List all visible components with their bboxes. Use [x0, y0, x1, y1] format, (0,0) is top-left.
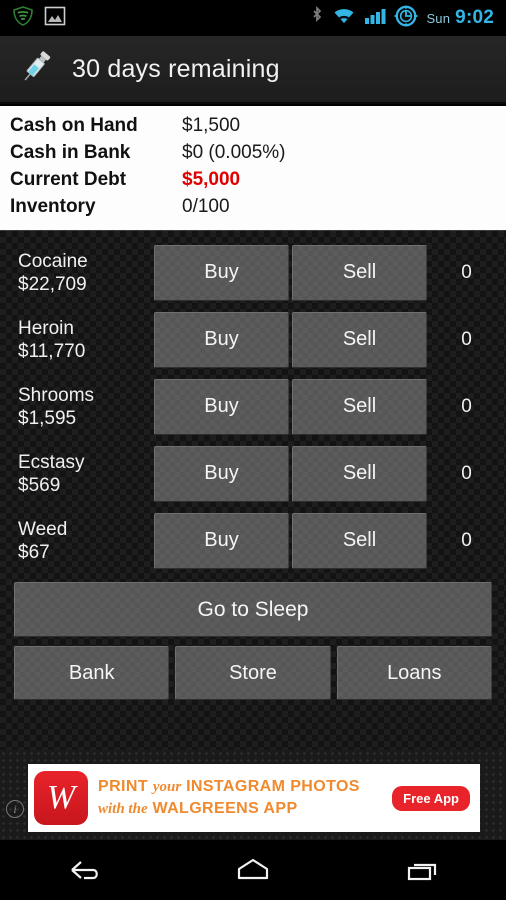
drug-info: Weed $67	[18, 518, 154, 564]
free-app-badge[interactable]: Free App	[392, 785, 470, 811]
shield-green-icon	[12, 5, 34, 31]
drug-quantity: 0	[461, 462, 472, 484]
page-title: 30 days remaining	[72, 54, 280, 83]
ad-info-icon[interactable]: i	[6, 800, 24, 818]
stat-value: $1,500	[182, 115, 241, 136]
signal-bars-icon	[364, 6, 386, 31]
drug-info: Cocaine $22,709	[18, 250, 154, 296]
advertisement-banner[interactable]: W PRINT your INSTAGRAM PHOTOS with the W…	[28, 764, 480, 832]
stat-value: 0/100	[182, 196, 230, 217]
stat-value: $0 (0.005%)	[182, 142, 286, 163]
table-row: Cocaine $22,709 Buy Sell 0	[0, 239, 506, 306]
buy-button[interactable]: Buy	[154, 445, 289, 502]
action-bar: 30 days remaining	[0, 36, 506, 104]
clock-day: Sun	[426, 11, 451, 26]
status-bar-left-icons	[0, 5, 66, 31]
walgreens-logo-icon: W	[34, 771, 88, 825]
back-icon[interactable]	[29, 846, 139, 894]
phone-screen: Sun 9:02 30 days remaining Cash on Hand …	[0, 0, 506, 900]
drug-price: $22,709	[18, 273, 87, 295]
go-to-sleep-button[interactable]: Go to Sleep	[14, 582, 492, 637]
home-icon[interactable]	[198, 846, 308, 894]
status-bar-clock: Sun 9:02	[426, 7, 494, 29]
recents-icon[interactable]	[367, 846, 477, 894]
sleep-button-wrapper: Go to Sleep	[0, 574, 506, 637]
store-button[interactable]: Store	[175, 646, 331, 700]
sell-button[interactable]: Sell	[292, 244, 427, 301]
ad-line-2: with the WALGREENS APP	[98, 798, 392, 820]
drug-price: $67	[18, 541, 50, 563]
drug-quantity: 0	[461, 529, 472, 551]
stat-row-cash-on-hand: Cash on Hand $1,500	[10, 115, 506, 142]
stat-label: Cash on Hand	[10, 115, 138, 136]
stat-row-cash-in-bank: Cash in Bank $0 (0.005%)	[10, 142, 506, 169]
drug-info: Heroin $11,770	[18, 317, 154, 363]
ad-text: PRINT your INSTAGRAM PHOTOS with the WAL…	[98, 776, 392, 820]
buy-button[interactable]: Buy	[154, 311, 289, 368]
buy-button[interactable]: Buy	[154, 244, 289, 301]
buy-button[interactable]: Buy	[154, 378, 289, 435]
ad-line2-bold: WALGREENS APP	[152, 800, 298, 817]
table-row: Weed $67 Buy Sell 0	[0, 507, 506, 574]
stat-label: Inventory	[10, 196, 96, 217]
wifi-icon	[332, 6, 356, 31]
table-row: Ecstasy $569 Buy Sell 0	[0, 440, 506, 507]
sell-button[interactable]: Sell	[292, 311, 427, 368]
drug-info: Shrooms $1,595	[18, 384, 154, 430]
drug-name: Shrooms	[18, 384, 95, 406]
ad-line-1: PRINT your INSTAGRAM PHOTOS	[98, 776, 392, 798]
drug-quantity: 0	[461, 261, 472, 283]
sell-button[interactable]: Sell	[292, 445, 427, 502]
battery-gear-icon	[394, 5, 418, 32]
status-bar: Sun 9:02	[0, 0, 506, 36]
drug-name: Weed	[18, 518, 68, 540]
ad-line1-script: your	[152, 779, 182, 795]
stat-row-current-debt: Current Debt $5,000	[10, 169, 506, 196]
navigation-bar	[0, 840, 506, 900]
drug-price: $569	[18, 474, 61, 496]
drug-quantity: 0	[461, 395, 472, 417]
drug-price: $1,595	[18, 407, 77, 429]
drug-name: Cocaine	[18, 250, 88, 272]
market-area: Cocaine $22,709 Buy Sell 0 Heroin $11,77…	[0, 230, 506, 750]
stat-value-debt: $5,000	[182, 169, 241, 190]
ad-line1-part1: PRINT	[98, 778, 148, 795]
ad-line1-part2: INSTAGRAM PHOTOS	[186, 778, 360, 795]
loans-button[interactable]: Loans	[336, 646, 492, 700]
stat-label: Current Debt	[10, 169, 127, 190]
drug-list: Cocaine $22,709 Buy Sell 0 Heroin $11,77…	[0, 231, 506, 574]
status-bar-right-icons: Sun 9:02	[310, 5, 506, 32]
ad-line2-script: with the	[98, 801, 148, 817]
drug-name: Ecstasy	[18, 451, 85, 473]
clock-time: 9:02	[455, 7, 494, 28]
action-button-row: Bank Store Loans	[0, 637, 506, 700]
stat-label: Cash in Bank	[10, 142, 131, 163]
bank-button[interactable]: Bank	[14, 646, 170, 700]
buy-button[interactable]: Buy	[154, 512, 289, 569]
stat-row-inventory: Inventory 0/100	[10, 196, 506, 223]
syringe-icon	[18, 47, 54, 92]
screenshot-image-icon	[44, 6, 66, 31]
drug-price: $11,770	[18, 340, 86, 362]
table-row: Heroin $11,770 Buy Sell 0	[0, 306, 506, 373]
bluetooth-icon	[310, 5, 324, 31]
drug-name: Heroin	[18, 317, 74, 339]
sell-button[interactable]: Sell	[292, 378, 427, 435]
table-row: Shrooms $1,595 Buy Sell 0	[0, 373, 506, 440]
stats-panel: Cash on Hand $1,500 Cash in Bank $0 (0.0…	[0, 106, 506, 230]
sell-button[interactable]: Sell	[292, 512, 427, 569]
drug-info: Ecstasy $569	[18, 451, 154, 497]
drug-quantity: 0	[461, 328, 472, 350]
